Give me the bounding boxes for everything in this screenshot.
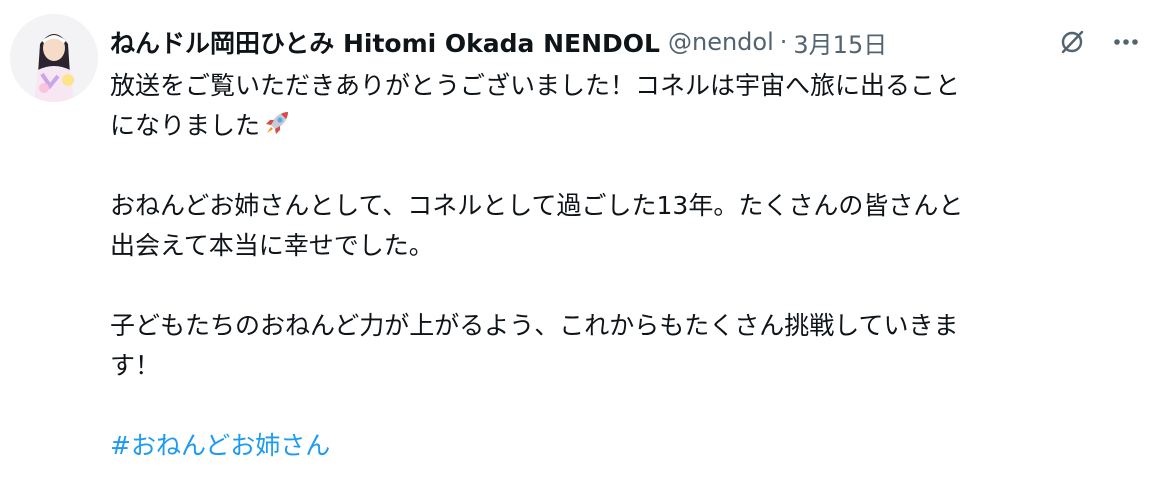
tweet-line: す！ [110,351,161,380]
tweet-text: 放送をご覧いただきありがとうございました！コネルは宇宙へ旅に出ること になりまし… [110,66,1150,466]
paragraph-break [110,386,1150,426]
avatar[interactable] [10,14,98,102]
paragraph-break [110,266,1150,306]
avatar-image [10,14,98,102]
tweet-date[interactable]: 3月15日 [793,25,887,60]
author-handle[interactable]: @nendol [668,28,774,56]
separator-dot: · [779,28,788,56]
tweet-line: #おねんどお姉さん [110,426,1150,466]
tweet-line: 放送をご覧いただきありがとうございました！コネルは宇宙へ旅に出ること [110,71,961,100]
tweet-line: 子どもたちのおねんど力が上がるよう、これからもたくさん挑戦していきま [110,311,959,340]
grok-button[interactable] [1052,22,1092,62]
tweet-line: おねんどお姉さんとして、コネルとして過ごした13年。たくさんの皆さんと [110,191,964,220]
hashtag-link[interactable]: #おねんどお姉さん [110,431,330,460]
grok-icon [1061,30,1084,54]
tweet-line: になりました [110,106,1150,146]
paragraph-break [110,146,1150,186]
tweet-line-text: になりました [110,111,261,140]
rocket-emoji-icon [262,108,292,138]
author-name[interactable]: ねんドル岡田ひとみ Hitomi Okada NENDOL [110,24,660,60]
more-button[interactable] [1106,22,1146,62]
tweet-line: 出会えて本当に幸せでした。 [110,231,434,260]
tweet-header: ねんドル岡田ひとみ Hitomi Okada NENDOL @nendol · … [110,22,887,62]
more-icon [1114,39,1138,45]
